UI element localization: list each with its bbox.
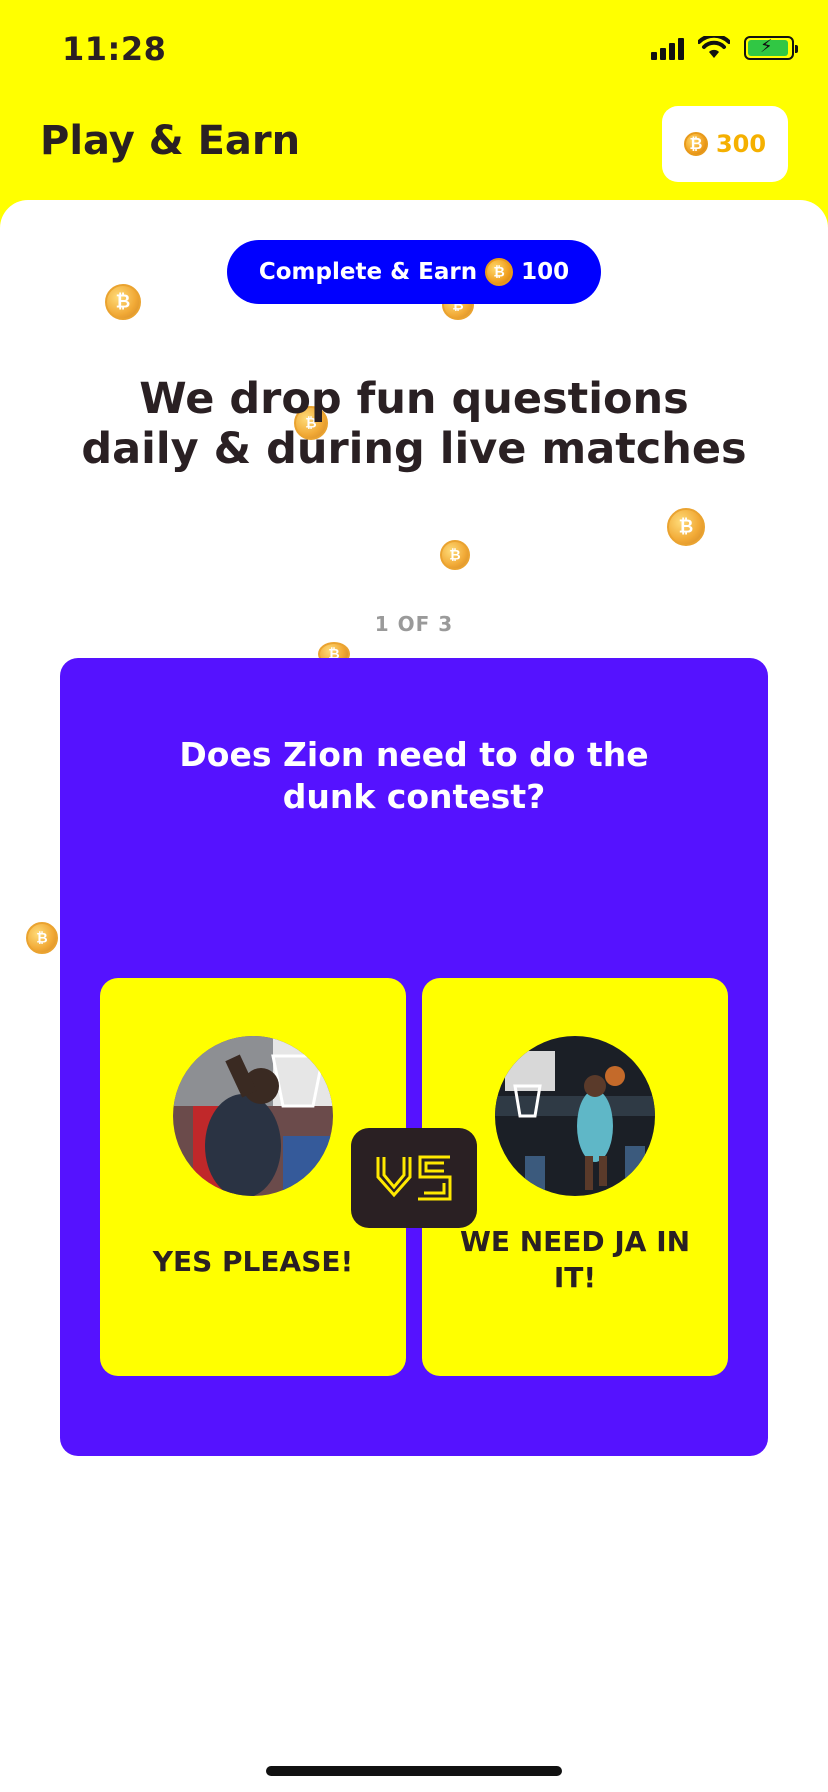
complete-and-earn-badge[interactable]: Complete & Earn 100 [227, 240, 601, 304]
vs-badge [351, 1128, 477, 1228]
vs-icon [376, 1155, 452, 1201]
floating-coin-icon [26, 922, 58, 954]
earn-reward: 100 [521, 259, 570, 285]
coin-balance-value: 300 [715, 130, 767, 158]
option-label: WE NEED JA IN IT! [459, 1225, 691, 1294]
status-time: 11:28 [62, 30, 167, 68]
wifi-icon [698, 36, 730, 58]
battery-charging-icon: ⚡ [744, 36, 798, 60]
floating-coin-icon [667, 508, 705, 546]
coin-icon [683, 132, 708, 156]
headline: We drop fun questions daily & during liv… [40, 374, 788, 474]
question-line-1: Does Zion need to do the [179, 735, 649, 774]
option-image-ja [495, 1036, 655, 1196]
headline-line-1: We drop fun questions [139, 374, 689, 424]
status-bar: 11:28 ⚡ [0, 0, 828, 100]
page-indicator: 1 OF 3 [374, 612, 454, 636]
option-image-zion [173, 1036, 333, 1196]
headline-line-2: daily & during live matches [81, 424, 747, 474]
signal-icon [651, 36, 684, 60]
question-line-2: dunk contest? [282, 777, 546, 816]
floating-coin-icon [440, 540, 470, 570]
home-indicator[interactable] [266, 1766, 562, 1776]
status-icons: ⚡ [651, 36, 798, 60]
coin-icon [485, 258, 514, 286]
option-label: YES PLEASE! [152, 1245, 354, 1278]
question-text: Does Zion need to do the dunk contest? [60, 734, 768, 818]
floating-coin-icon [105, 284, 141, 320]
earn-label: Complete & Earn [258, 259, 478, 285]
page-title: Play & Earn [40, 118, 301, 164]
coin-balance-button[interactable]: 300 [662, 106, 788, 182]
